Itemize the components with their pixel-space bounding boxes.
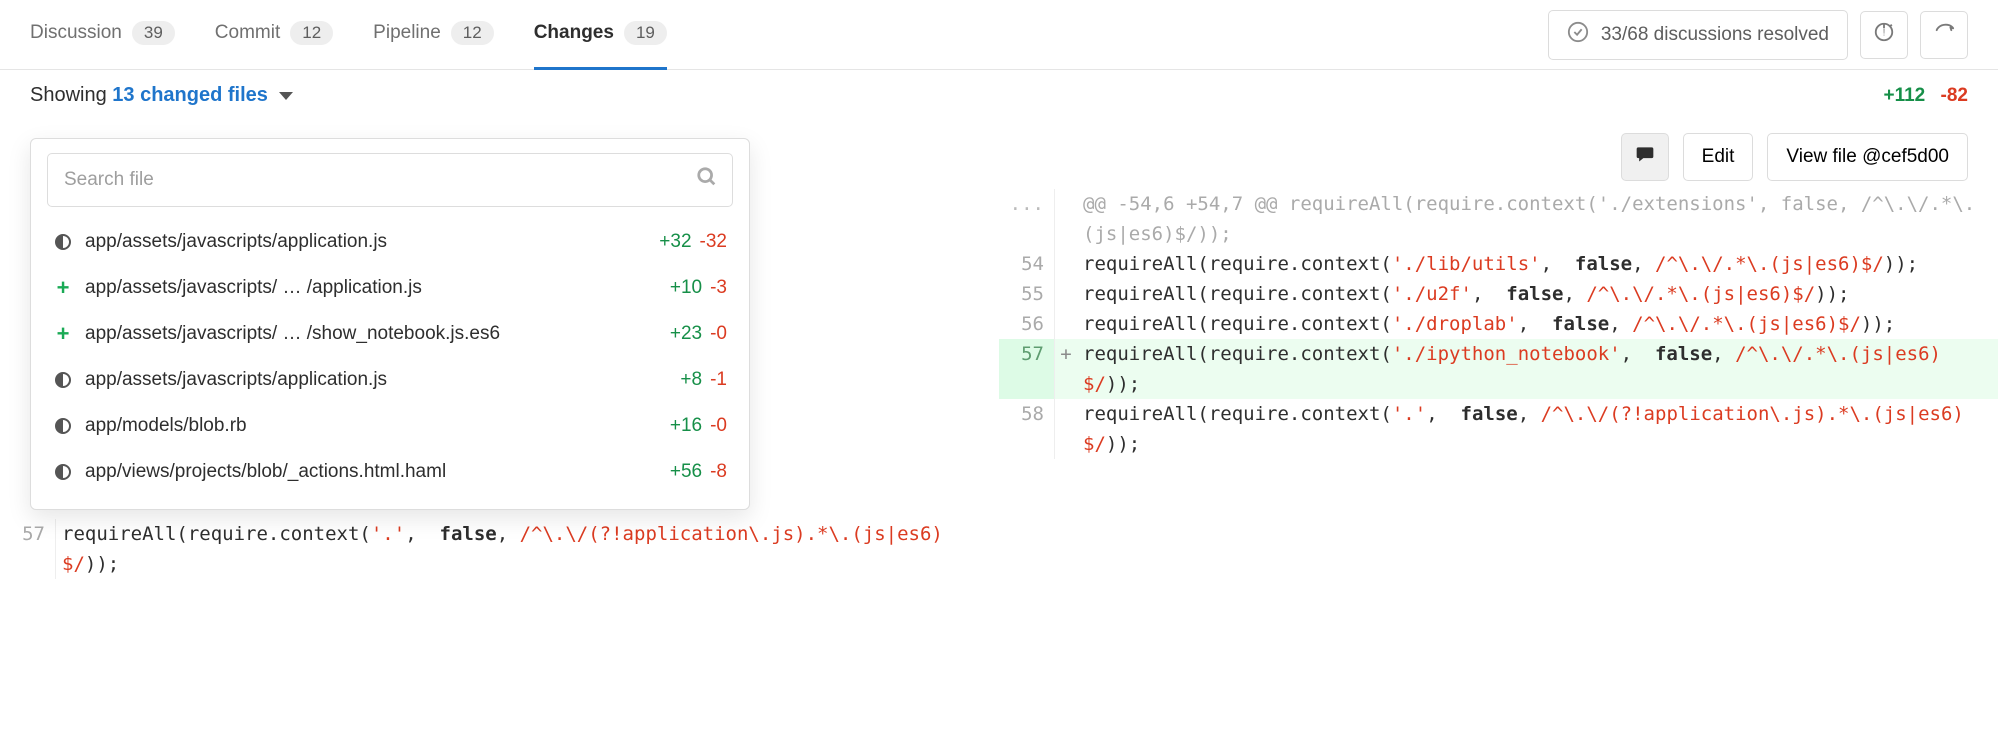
line-number: 54 <box>999 249 1055 279</box>
file-path: app/assets/javascripts/ … /application.j… <box>85 277 658 299</box>
search-icon <box>696 166 718 194</box>
file-path: app/views/projects/blob/_actions.html.ha… <box>85 461 658 483</box>
file-diff-stats: +32-32 <box>659 231 727 253</box>
file-modified-icon <box>53 464 73 480</box>
file-path: app/assets/javascripts/application.js <box>85 369 668 391</box>
files-summary-bar: Showing 13 changed files +112 -82 <box>0 70 1998 121</box>
line-code: requireAll(require.context('./lib/utils'… <box>1077 249 1998 279</box>
file-added-icon: + <box>53 280 73 296</box>
line-gutter <box>1055 309 1077 339</box>
tab-commit-label: Commit <box>215 22 280 44</box>
diff-line[interactable]: 56 requireAll(require.context('./droplab'… <box>999 309 1998 339</box>
line-number: 55 <box>999 279 1055 309</box>
diff-right-pane: ... @@ -54,6 +54,7 @@ requireAll(require.… <box>999 189 1998 579</box>
changed-files-dropdown: app/assets/javascripts/application.js +32… <box>30 138 750 510</box>
line-gutter: + <box>1055 339 1077 399</box>
file-modified-icon <box>53 418 73 434</box>
caret-down-icon <box>279 92 293 100</box>
file-diff-stats: +23-0 <box>670 323 727 345</box>
file-list-item[interactable]: + app/assets/javascripts/ … /show_noteboo… <box>31 311 749 357</box>
line-gutter <box>1055 279 1077 309</box>
tab-commit[interactable]: Commit 12 <box>215 0 333 70</box>
diff-totals: +112 -82 <box>1884 85 1969 107</box>
tab-pipeline[interactable]: Pipeline 12 <box>373 0 494 70</box>
tab-pipeline-label: Pipeline <box>373 22 441 44</box>
file-path: app/models/blob.rb <box>85 415 658 437</box>
svg-text:!: ! <box>1883 27 1886 37</box>
line-gutter <box>1055 249 1077 279</box>
right-controls: 33/68 discussions resolved ! <box>1548 10 1968 60</box>
mr-tabs-bar: Discussion 39 Commit 12 Pipeline 12 Chan… <box>0 0 1998 70</box>
resolved-text: 33/68 discussions resolved <box>1601 24 1829 46</box>
file-path: app/assets/javascripts/application.js <box>85 231 647 253</box>
toggle-comments-button[interactable] <box>1621 133 1669 181</box>
hunk-header-text: @@ -54,6 +54,7 @@ requireAll(require.con… <box>1077 189 1998 249</box>
file-modified-icon <box>53 234 73 250</box>
diff-line[interactable]: 54 requireAll(require.context('./lib/util… <box>999 249 1998 279</box>
file-list-item[interactable]: + app/assets/javascripts/ … /application.… <box>31 265 749 311</box>
file-list-item[interactable]: app/assets/javascripts/application.js +32… <box>31 219 749 265</box>
file-path: app/assets/javascripts/ … /show_notebook… <box>85 323 658 345</box>
file-diff-stats: +8-1 <box>680 369 727 391</box>
changed-files-toggle[interactable]: Showing 13 changed files <box>30 84 293 107</box>
next-discussion-button[interactable] <box>1920 11 1968 59</box>
file-search-box <box>47 153 733 207</box>
hunk-header[interactable]: ... @@ -54,6 +54,7 @@ requireAll(require.… <box>999 189 1998 249</box>
line-code: requireAll(require.context('.', false, /… <box>56 519 999 579</box>
file-list-item[interactable]: app/views/projects/blob/_actions.html.ha… <box>31 449 749 495</box>
file-added-icon: + <box>53 326 73 342</box>
diff-line[interactable]: 55 requireAll(require.context('./u2f', fa… <box>999 279 1998 309</box>
file-list-item[interactable]: app/models/blob.rb +16-0 <box>31 403 749 449</box>
line-number: 57 <box>0 519 56 579</box>
showing-prefix: Showing <box>30 84 112 106</box>
edit-button[interactable]: Edit <box>1683 133 1754 181</box>
tab-commit-count: 12 <box>290 21 333 45</box>
line-code: requireAll(require.context('.', false, /… <box>1077 399 1998 459</box>
line-number: 58 <box>999 399 1055 459</box>
diff-line[interactable]: 58 requireAll(require.context('.', false,… <box>999 399 1998 459</box>
diff-line[interactable]: 57requireAll(require.context('.', false,… <box>0 519 999 579</box>
plus-circle-icon: ! <box>1873 21 1895 49</box>
total-additions: +112 <box>1884 85 1926 106</box>
line-code: requireAll(require.context('./u2f', fals… <box>1077 279 1998 309</box>
tab-changes-label: Changes <box>534 22 614 44</box>
line-code: requireAll(require.context('./ipython_no… <box>1077 339 1998 399</box>
expand-marker[interactable]: ... <box>999 189 1055 249</box>
mr-tabs: Discussion 39 Commit 12 Pipeline 12 Chan… <box>30 0 1548 70</box>
changed-files-link: 13 changed files <box>112 84 268 106</box>
diff-line[interactable]: 57+requireAll(require.context('./ipython… <box>999 339 1998 399</box>
tab-discussion[interactable]: Discussion 39 <box>30 0 175 70</box>
line-gutter <box>1055 399 1077 459</box>
total-deletions: -82 <box>1941 85 1968 106</box>
file-modified-icon <box>53 372 73 388</box>
file-diff-stats: +56-8 <box>670 461 727 483</box>
tab-changes[interactable]: Changes 19 <box>534 0 667 70</box>
line-number: 57 <box>999 339 1055 399</box>
comment-icon <box>1635 144 1655 170</box>
file-diff-stats: +10-3 <box>670 277 727 299</box>
file-search-input[interactable] <box>62 168 696 192</box>
file-list-item[interactable]: app/assets/javascripts/application.js +8-… <box>31 357 749 403</box>
file-list: app/assets/javascripts/application.js +32… <box>31 211 749 495</box>
new-issue-button[interactable]: ! <box>1860 11 1908 59</box>
tab-discussion-count: 39 <box>132 21 175 45</box>
line-code: requireAll(require.context('./droplab', … <box>1077 309 1998 339</box>
check-circle-icon <box>1567 21 1589 49</box>
tab-pipeline-count: 12 <box>451 21 494 45</box>
tab-discussion-label: Discussion <box>30 22 122 44</box>
resolved-discussions[interactable]: 33/68 discussions resolved <box>1548 10 1848 60</box>
view-file-button[interactable]: View file @cef5d00 <box>1767 133 1968 181</box>
reply-arrow-icon <box>1932 21 1956 49</box>
line-number: 56 <box>999 309 1055 339</box>
file-diff-stats: +16-0 <box>670 415 727 437</box>
tab-changes-count: 19 <box>624 21 667 45</box>
line-gutter <box>1055 189 1077 249</box>
